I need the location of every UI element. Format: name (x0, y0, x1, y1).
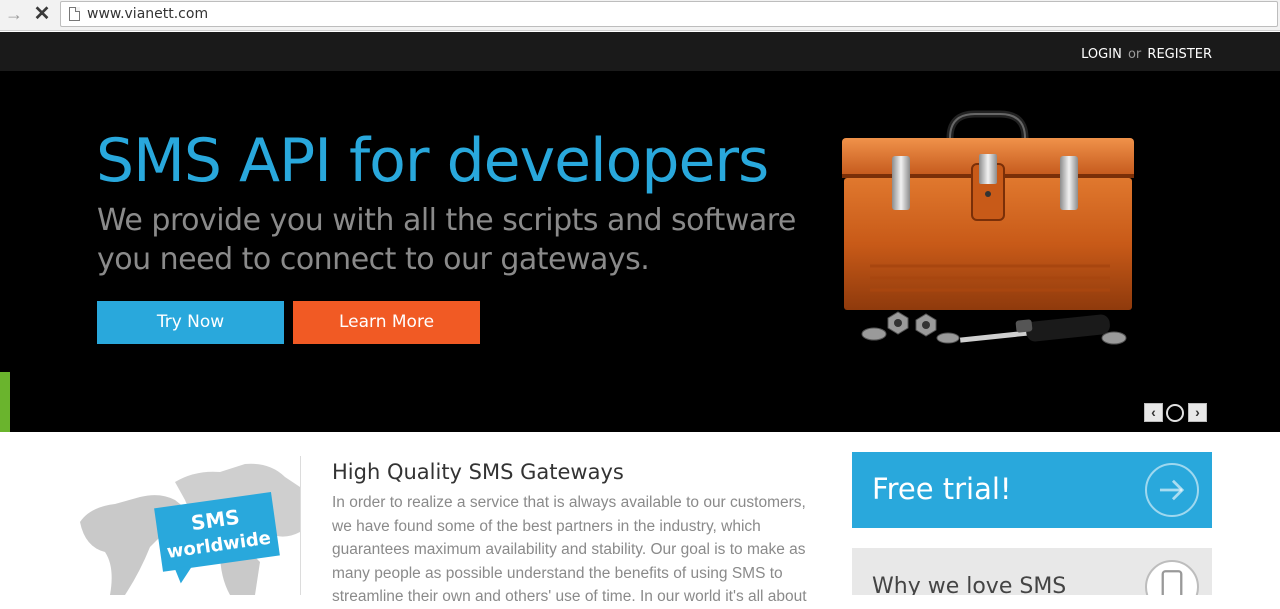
slider-next-button[interactable]: › (1188, 403, 1207, 422)
world-map-illustration: SMS worldwide (80, 463, 300, 595)
account-links: LOGIN or REGISTER (1081, 47, 1212, 62)
divider (300, 456, 301, 595)
section-body: In order to realize a service that is al… (332, 494, 807, 605)
hero-title: SMS API for developers (96, 126, 769, 196)
hero-banner: SMS API for developers We provide you wi… (0, 71, 1280, 432)
browser-toolbar: → ✕ www.vianett.com (0, 0, 1280, 31)
arrow-right-icon (1145, 463, 1199, 517)
stop-icon[interactable]: ✕ (32, 3, 52, 25)
back-arrow-icon[interactable]: → (4, 4, 24, 24)
page-icon (69, 7, 80, 21)
why-sms-box[interactable]: Why we love SMS (852, 548, 1212, 595)
why-sms-label: Why we love SMS (872, 574, 1067, 595)
or-separator: or (1127, 47, 1142, 62)
content-section: SMS worldwide High Quality SMS Gateways … (0, 432, 1280, 605)
register-link[interactable]: REGISTER (1147, 47, 1212, 62)
url-text[interactable]: www.vianett.com (87, 6, 208, 22)
free-trial-label: Free trial! (872, 472, 1012, 506)
slider-prev-button[interactable]: ‹ (1144, 403, 1163, 422)
try-now-button[interactable]: Try Now (97, 301, 284, 344)
learn-more-button[interactable]: Learn More (293, 301, 480, 344)
login-link[interactable]: LOGIN (1081, 47, 1122, 62)
free-trial-button[interactable]: Free trial! (852, 452, 1212, 528)
slider-indicator[interactable] (1166, 404, 1184, 422)
phone-icon (1145, 560, 1199, 595)
hero-subtitle: We provide you with all the scripts and … (97, 201, 797, 279)
hero-subtitle-line1: We provide you with all the scripts and … (97, 203, 796, 238)
address-bar[interactable]: www.vianett.com (60, 1, 1278, 27)
toolbox-illustration (842, 110, 1134, 345)
hero-subtitle-line2: you need to connect to our gateways. (97, 242, 650, 277)
section-title: High Quality SMS Gateways (332, 460, 624, 484)
site-topbar: LOGIN or REGISTER (0, 32, 1280, 71)
